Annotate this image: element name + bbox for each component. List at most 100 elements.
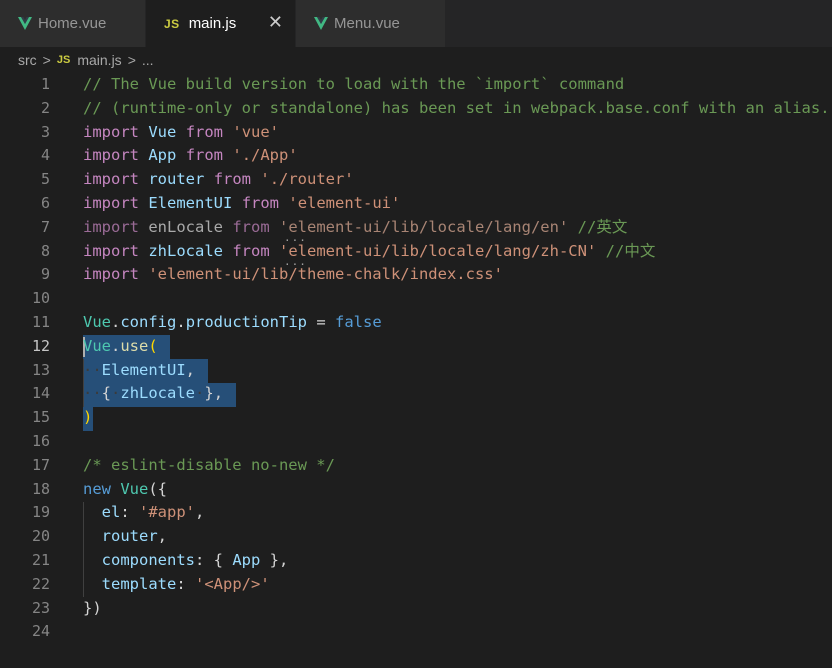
line-number: 21 (31, 551, 50, 569)
line-number: 11 (31, 313, 50, 331)
code-line[interactable]: 2 // (runtime-only or standalone) has bee… (0, 97, 832, 121)
tab-main-js[interactable]: JS main.js ✕ (146, 0, 296, 47)
code-line[interactable]: 18 new Vue({ (0, 478, 832, 502)
line-number: 5 (40, 170, 50, 189)
code-token: /* eslint-disable no-new */ (83, 455, 335, 474)
code-token: router (101, 527, 158, 546)
code-token: }, (204, 384, 224, 403)
code-line[interactable]: 11 Vue.config.productionTip = false (0, 311, 832, 335)
code-token: router (148, 170, 205, 189)
code-line[interactable]: 22 template: '<App/>' (0, 573, 832, 597)
code-line[interactable]: 5 import router from './router' (0, 168, 832, 192)
code-editor[interactable]: ... ... 1// The Vue build version to loa… (0, 73, 832, 668)
line-number: 16 (31, 432, 50, 450)
tab-label: Menu.vue (334, 15, 400, 32)
line-number: 17 (31, 455, 50, 474)
code-line[interactable]: 12 Vue.use( (0, 335, 832, 359)
code-token: // The Vue build version to load with th… (83, 75, 625, 93)
code-token: './router' (260, 170, 354, 189)
code-token: './App' (232, 146, 298, 165)
code-token: Vue (83, 313, 111, 331)
code-line[interactable]: 17 /* eslint-disable no-new */ (0, 454, 832, 478)
code-token: new (83, 479, 111, 498)
code-line[interactable]: 4 import App from './App' (0, 144, 832, 168)
code-token: use (120, 336, 149, 355)
line-number: 2 (40, 98, 50, 117)
line-number: 7 (40, 217, 50, 236)
code-token: ( (148, 336, 158, 355)
code-line[interactable]: 19 el: '#app', (0, 501, 832, 525)
code-line[interactable]: 10 (0, 287, 832, 311)
breadcrumb-more[interactable]: ... (142, 52, 154, 68)
breadcrumb-folder[interactable]: src (18, 52, 37, 68)
code-line[interactable]: 20 router, (0, 525, 832, 549)
code-line[interactable]: 3 import Vue from 'vue' (0, 121, 832, 145)
code-token: . (111, 336, 121, 355)
vue-icon (18, 17, 32, 30)
code-text: import zhLocale from 'element-ui/lib/loc… (83, 240, 655, 264)
code-token: from (185, 122, 224, 141)
line-number: 4 (40, 146, 50, 165)
code-token: App (232, 551, 261, 569)
code-token: { (101, 384, 112, 403)
line-number: 9 (40, 265, 50, 284)
code-line[interactable]: 14 ··{·zhLocale·}, (0, 382, 832, 406)
js-icon: JS (56, 54, 71, 66)
code-text: import App from './App' (83, 144, 298, 168)
code-line[interactable]: 6 import ElementUI from 'element-ui' (0, 192, 832, 216)
tab-label: Home.vue (38, 15, 107, 32)
code-line[interactable]: 8 import zhLocale from 'element-ui/lib/lo… (0, 240, 832, 264)
code-line[interactable]: 15) (0, 406, 832, 430)
code-token: zhLocale (120, 384, 196, 403)
code-line[interactable]: 23}) (0, 597, 832, 621)
breadcrumb-file[interactable]: main.js (77, 52, 121, 68)
tab-menu-vue[interactable]: Menu.vue (296, 0, 446, 47)
close-icon[interactable]: ✕ (268, 13, 283, 31)
line-number: 10 (31, 289, 50, 308)
code-line[interactable]: 9 import 'element-ui/lib/theme-chalk/inde… (0, 263, 832, 287)
code-text: Vue.config.productionTip = false (83, 311, 382, 335)
code-token: from (232, 217, 270, 236)
code-token: // (577, 217, 597, 236)
code-token: productionTip (185, 313, 308, 331)
line-number: 12 (31, 336, 50, 355)
chevron-right-icon: > (42, 52, 51, 68)
code-token: template (101, 574, 177, 593)
code-token: false (335, 313, 382, 331)
code-line[interactable]: 24 (0, 620, 832, 644)
code-token: from (232, 241, 270, 260)
code-token: : (176, 574, 195, 593)
code-line[interactable]: 16 (0, 430, 832, 454)
code-token: ({ (148, 479, 168, 498)
code-text: template: '<App/>' (83, 573, 270, 597)
code-line[interactable]: 13 ··ElementUI, (0, 359, 832, 383)
code-text: new Vue({ (83, 478, 167, 502)
line-number: 8 (40, 241, 50, 260)
code-token: zhLocale (148, 241, 223, 260)
line-number: 20 (31, 527, 50, 546)
line-number: 1 (40, 75, 50, 93)
code-token: ·· (83, 384, 102, 403)
code-line[interactable]: 1 // The Vue build version to load with t… (0, 73, 832, 97)
code-text: import ElementUI from 'element-ui' (83, 192, 400, 216)
code-line[interactable]: 7 import enLocale from 'element-ui/lib/lo… (0, 216, 832, 240)
code-text: /* eslint-disable no-new */ (83, 454, 335, 478)
code-text: // The Vue build version to load with th… (83, 73, 624, 97)
code-text: import enLocale from 'element-ui/lib/loc… (83, 216, 627, 240)
vue-icon (314, 17, 328, 30)
code-token: 'element-ui/lib/locale/lang/en' (279, 217, 569, 236)
code-token: · (111, 384, 121, 403)
code-line[interactable]: 21 components: { App }, (0, 549, 832, 573)
tab-home-vue[interactable]: Home.vue (0, 0, 146, 47)
